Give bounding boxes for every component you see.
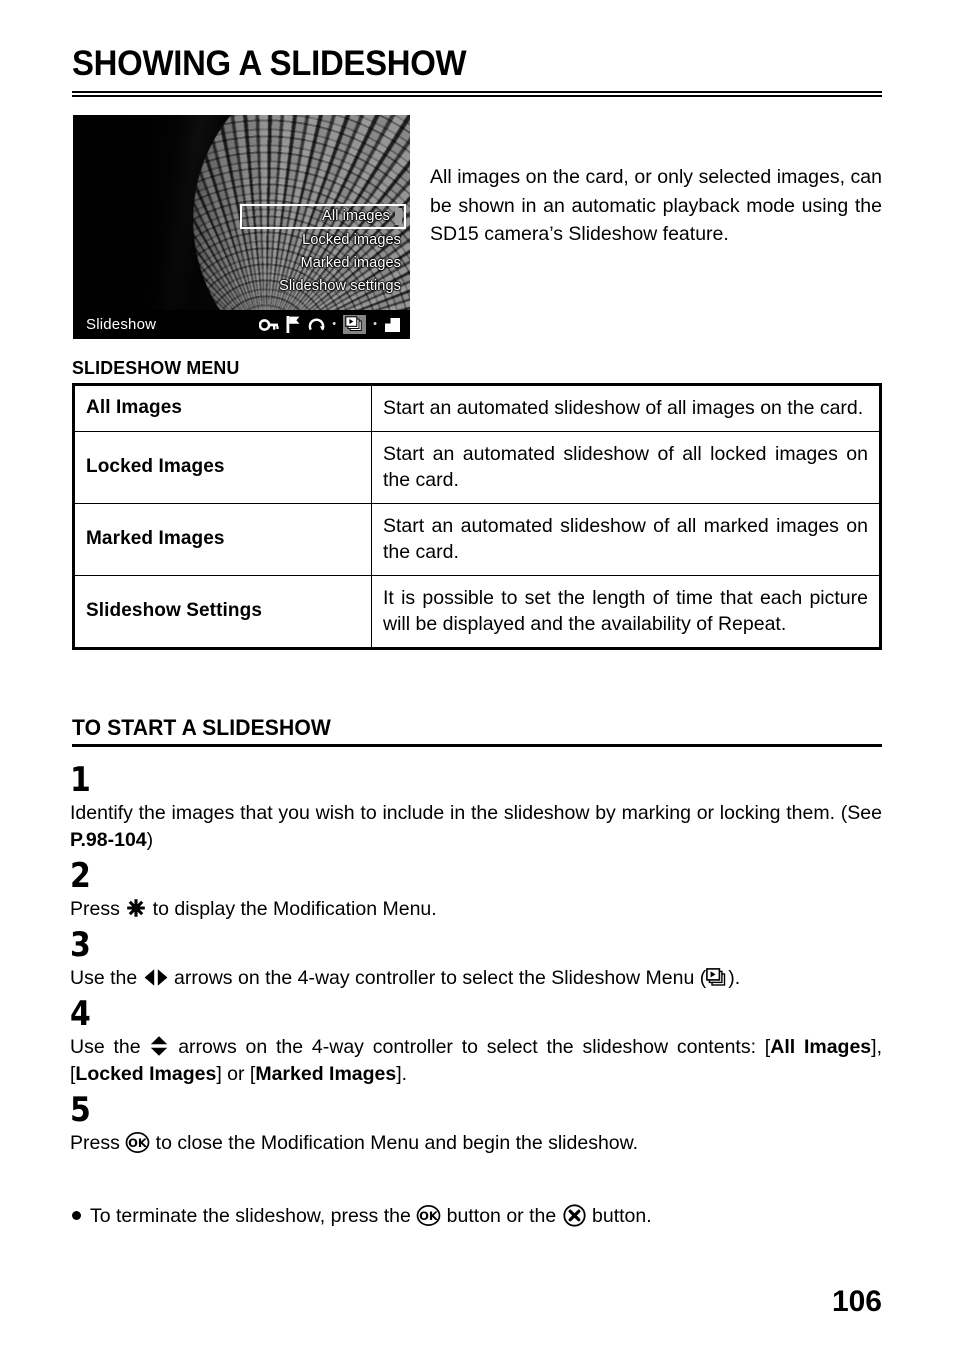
step-text-part: Identify the images that you wish to inc… <box>70 802 882 824</box>
note-text-part: To terminate the slideshow, press the <box>90 1205 417 1227</box>
menu-item-description: Start an automated slideshow of all mark… <box>383 515 868 563</box>
table-row: Locked Images Start an automated slidesh… <box>72 431 882 504</box>
table-cell-label: All Images <box>72 383 372 432</box>
step-text: Use the arrows on the 4-way controller t… <box>70 1034 882 1088</box>
table-row: Slideshow Settings It is possible to set… <box>72 575 882 650</box>
slideshow-menu-table: All Images Start an automated slideshow … <box>72 383 882 650</box>
table-cell-description: Start an automated slideshow of all lock… <box>371 431 882 504</box>
separator-dot-icon: • <box>332 318 337 330</box>
step-5: 5 Press OK to close the Modification Men… <box>70 1090 882 1157</box>
step-text: Identify the images that you wish to inc… <box>70 800 882 854</box>
step-3: 3 Use the arrows on the 4-way controller… <box>70 925 882 992</box>
table-cell-description: Start an automated slideshow of all mark… <box>371 503 882 576</box>
step-text-part: ). <box>728 967 741 989</box>
step-text-part: Use the <box>70 967 143 989</box>
slideshow-icon <box>706 968 728 988</box>
ok-button-icon: OK <box>416 1203 441 1228</box>
table-cell-label: Slideshow Settings <box>72 575 372 650</box>
page-title: SHOWING A SLIDESHOW <box>72 44 467 83</box>
lcd-menu-item-all-images[interactable]: All images <box>240 204 406 229</box>
step-text: Press OK to close the Modification Menu … <box>70 1130 882 1157</box>
lcd-menu-item-label: Slideshow settings <box>279 278 401 294</box>
step-number: 4 <box>70 994 91 1034</box>
menu-item-name: Locked Images <box>86 456 225 477</box>
step-text-part: ) <box>146 829 154 851</box>
separator-dot-icon: • <box>373 318 377 330</box>
step-number: 3 <box>70 925 91 965</box>
step-text-part: arrows on the 4-way controller to select… <box>169 1036 771 1058</box>
print-icon <box>384 317 401 333</box>
document-page: SHOWING A SLIDESHOW All images Locked im… <box>0 0 954 1357</box>
table-cell-description: Start an automated slideshow of all imag… <box>371 383 882 432</box>
procedure-heading-rule <box>72 744 882 747</box>
menu-item-description: Start an automated slideshow of all imag… <box>383 397 864 419</box>
menu-item-name: Marked Images <box>86 528 225 549</box>
step-text-part: ]. <box>396 1063 408 1085</box>
note-text-part: button. <box>586 1205 652 1227</box>
procedure-heading: TO START A SLIDESHOW <box>72 715 331 740</box>
menu-item-description: Start an automated slideshow of all lock… <box>383 443 868 491</box>
table-row: Marked Images Start an automated slidesh… <box>72 503 882 576</box>
step-1: 1 Identify the images that you wish to i… <box>70 760 882 854</box>
slideshow-menu-heading: SLIDESHOW MENU <box>72 357 240 378</box>
table-cell-label: Marked Images <box>72 503 372 576</box>
lcd-menu-item-slideshow-settings[interactable]: Slideshow settings <box>240 275 406 298</box>
step-text-part: to display the Modification Menu. <box>147 898 437 920</box>
camera-lcd-figure: All images Locked images Marked images S… <box>73 115 410 339</box>
step-number: 2 <box>70 856 91 896</box>
flag-mark-icon <box>286 316 301 333</box>
step-text-part: Press <box>70 898 126 920</box>
step-text: Use the arrows on the 4-way controller t… <box>70 965 882 992</box>
lcd-menu-item-marked-images[interactable]: Marked images <box>240 252 406 275</box>
table-cell-description: It is possible to set the length of time… <box>371 575 882 650</box>
step-number: 1 <box>70 760 91 800</box>
lcd-menu-list: All images Locked images Marked images S… <box>240 204 406 298</box>
step-text: Press to display the Modification Menu. <box>70 896 882 923</box>
lcd-menu-item-label: All images <box>322 208 390 224</box>
step-text-part: to close the Modification Menu and begin… <box>150 1132 639 1154</box>
table-row: All Images Start an automated slideshow … <box>72 383 882 432</box>
rotate-icon <box>308 317 325 333</box>
page-reference: P.98-104 <box>70 829 147 851</box>
lcd-mode-label: Slideshow <box>86 316 157 333</box>
note-text-part: button or the <box>441 1205 562 1227</box>
menu-item-description: It is possible to set the length of time… <box>383 587 868 635</box>
table-cell-label: Locked Images <box>72 431 372 504</box>
step-text-part: Use the <box>70 1036 150 1058</box>
procedure-steps: 1 Identify the images that you wish to i… <box>70 760 882 1159</box>
svg-text:OK: OK <box>419 1209 439 1223</box>
page-number: 106 <box>831 1285 882 1318</box>
title-double-rule <box>72 91 882 97</box>
step-2: 2 Press to display the Modification Menu… <box>70 856 882 923</box>
option-all-images: All Images <box>770 1036 872 1058</box>
left-right-arrows-icon <box>143 968 169 987</box>
svg-text:OK: OK <box>128 1136 148 1150</box>
step-text-part: Press <box>70 1132 126 1154</box>
slideshow-icon[interactable] <box>343 315 367 334</box>
lcd-status-bar: Slideshow • • <box>73 310 410 339</box>
key-lock-icon <box>259 318 279 332</box>
step-text-part: ] or [ <box>216 1063 256 1085</box>
intro-paragraph: All images on the card, or only selected… <box>430 166 882 245</box>
lcd-mode-icon-row: • • <box>259 315 410 334</box>
lcd-menu-item-label: Locked images <box>302 232 401 248</box>
ok-button-icon: OK <box>125 1130 150 1155</box>
step-text-part: arrows on the 4-way controller to select… <box>168 967 707 989</box>
terminate-note: To terminate the slideshow, press the OK… <box>72 1203 882 1230</box>
step-4: 4 Use the arrows on the 4-way controller… <box>70 994 882 1088</box>
asterisk-button-icon <box>125 897 147 919</box>
option-locked-images: Locked Images <box>75 1063 217 1085</box>
step-number: 5 <box>70 1090 91 1130</box>
bullet-icon <box>72 1211 81 1220</box>
cancel-x-button-icon <box>562 1203 587 1228</box>
menu-item-name: All Images <box>86 397 183 418</box>
lcd-menu-item-label: Marked images <box>300 255 401 271</box>
menu-item-name: Slideshow Settings <box>86 600 262 621</box>
lcd-menu-item-locked-images[interactable]: Locked images <box>240 229 406 252</box>
up-down-arrows-icon <box>149 1035 169 1057</box>
option-marked-images: Marked Images <box>255 1063 397 1085</box>
